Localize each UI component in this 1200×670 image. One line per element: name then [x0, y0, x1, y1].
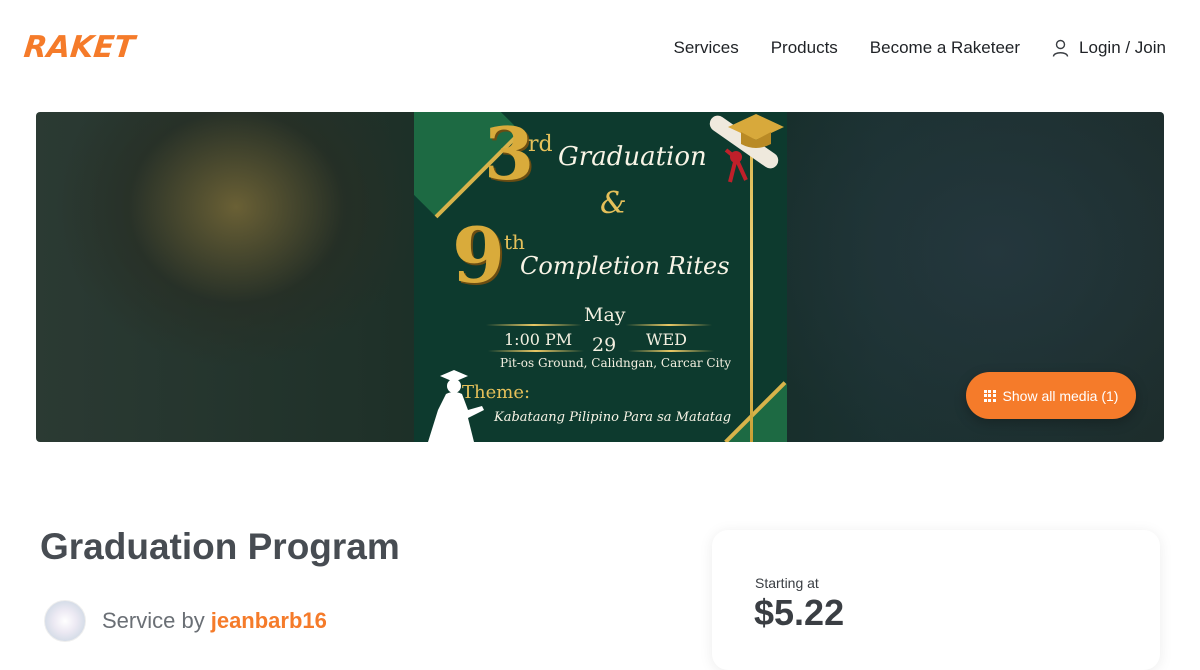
nav-login-join[interactable]: Login / Join — [1052, 38, 1166, 58]
poster-sup-rd: rd — [528, 132, 553, 157]
pricing-card: Starting at $5.22 — [712, 530, 1160, 670]
poster-day: 29 — [592, 334, 617, 356]
poster-divider — [486, 324, 582, 326]
poster-sup-th: th — [504, 230, 525, 254]
poster-divider — [626, 324, 712, 326]
service-by-row: Service by jeanbarb16 — [44, 600, 327, 642]
site-header: RAKET Services Products Become a Raketee… — [0, 0, 1200, 100]
poster-number-9: 9 — [452, 211, 505, 300]
poster-corner-decoration — [724, 381, 787, 442]
avatar[interactable] — [44, 600, 86, 642]
main-nav: Services Products Become a Raketeer Logi… — [642, 38, 1166, 58]
hero-media[interactable]: 3 rd Graduation & 9 th Completion Rites … — [36, 112, 1164, 442]
nav-services[interactable]: Services — [674, 38, 739, 58]
diploma-cap-icon — [709, 114, 784, 183]
poster-venue: Pit-os Ground, Calidngan, Carcar City — [500, 356, 732, 370]
login-label: Login / Join — [1079, 38, 1166, 57]
poster-theme-text: Kabataang Pilipino Para sa Matatag — [494, 410, 732, 425]
poster-ampersand: & — [600, 186, 627, 221]
poster-theme-label: Theme: — [462, 382, 531, 403]
poster-divider — [628, 350, 714, 352]
service-by-prefix: Service by — [102, 608, 205, 633]
poster-graduation-text: Graduation — [558, 142, 707, 172]
seller-link[interactable]: jeanbarb16 — [211, 608, 327, 634]
raket-logo[interactable]: RAKET — [22, 30, 136, 65]
starting-at-label: Starting at — [755, 575, 819, 591]
grid-icon — [983, 389, 996, 402]
poster-month: May — [584, 304, 626, 326]
user-icon — [1052, 39, 1069, 57]
poster-weekday: WED — [646, 330, 687, 349]
poster-time: 1:00 PM — [504, 330, 573, 349]
poster-divider — [488, 350, 584, 352]
nav-products[interactable]: Products — [771, 38, 838, 58]
poster-number-3: 3 — [484, 112, 535, 196]
show-all-media-button[interactable]: Show all media (1) — [966, 372, 1136, 419]
price-value: $5.22 — [754, 592, 845, 633]
page-title: Graduation Program — [40, 526, 400, 567]
poster-completion-rites-text: Completion Rites — [520, 252, 730, 280]
nav-become-raketeer[interactable]: Become a Raketeer — [870, 38, 1020, 58]
poster-image: 3 rd Graduation & 9 th Completion Rites … — [414, 112, 787, 442]
show-all-media-label: Show all media (1) — [1002, 387, 1119, 404]
graduate-silhouette-icon — [428, 370, 484, 442]
